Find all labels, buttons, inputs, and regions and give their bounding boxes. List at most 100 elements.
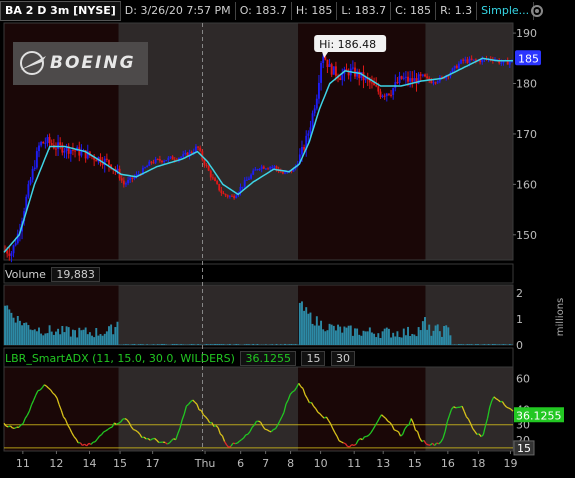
price-candle (105, 158, 108, 161)
volume-bar (483, 344, 486, 345)
price-candle (271, 166, 274, 168)
x-axis-tick: 12 (49, 457, 63, 470)
price-candle (12, 245, 15, 254)
hi-label: Hi: 186.48 (319, 38, 376, 51)
volume-bar (409, 335, 412, 345)
volume-bar (245, 344, 248, 345)
price-candle (78, 147, 81, 156)
volume-bar (165, 344, 168, 345)
volume-bar (228, 343, 231, 345)
volume-bar (10, 312, 13, 345)
volume-bar (419, 330, 422, 345)
price-candle (315, 98, 318, 109)
price-candle (184, 152, 187, 155)
volume-bar (337, 324, 339, 345)
volume-bar (25, 322, 28, 345)
volume-bar (226, 344, 229, 345)
volume-bar (347, 325, 350, 345)
volume-bar (462, 344, 465, 345)
volume-bar (29, 329, 32, 345)
volume-bar (199, 344, 202, 345)
volume-bar (211, 344, 214, 345)
volume-bar (50, 331, 53, 345)
volume-bar (445, 325, 448, 345)
price-candle (29, 179, 32, 185)
price-candle (211, 177, 214, 179)
volume-bar (377, 333, 380, 345)
volume-bar (275, 344, 278, 345)
price-candle (421, 74, 424, 76)
price-candle (205, 164, 208, 166)
volume-bar (235, 344, 238, 345)
price-axis-tick: 190 (516, 27, 537, 40)
price-candle (326, 59, 329, 67)
price-candle (46, 137, 49, 144)
price-candle (241, 186, 244, 188)
volume-bar (305, 307, 308, 345)
price-candle (74, 150, 77, 152)
volume-bar (504, 344, 507, 345)
volume-bar (292, 344, 295, 345)
price-candle (252, 170, 255, 175)
price-candle (320, 63, 323, 83)
volume-bar (294, 344, 297, 345)
volume-label: Volume (5, 268, 46, 281)
volume-bar (91, 335, 93, 345)
volume-bar (326, 330, 329, 345)
volume-bar (398, 337, 401, 345)
volume-bar (46, 333, 49, 345)
volume-bar (216, 344, 219, 345)
price-candle (171, 156, 174, 160)
volume-bar (103, 333, 106, 345)
volume-bar (127, 344, 130, 345)
adx-line-segment (235, 442, 238, 445)
volume-value: 19,883 (51, 267, 100, 282)
price-candle (379, 91, 382, 97)
volume-bar (264, 344, 267, 345)
price-candle (220, 190, 223, 194)
volume-bar (440, 336, 443, 345)
volume-bar (122, 344, 125, 345)
price-candle (131, 177, 134, 179)
price-candle (330, 64, 333, 75)
adx-line-segment (116, 422, 119, 425)
volume-bar (110, 324, 113, 345)
volume-bar (197, 344, 200, 345)
chart-canvas[interactable]: BOEINGHi: 186.48150160170180190185012mil… (0, 0, 575, 478)
price-axis-tick: 180 (516, 78, 537, 91)
volume-bar (38, 327, 40, 345)
volume-bar (171, 344, 174, 345)
volume-bar (362, 330, 365, 345)
volume-bar (385, 327, 388, 345)
volume-bar (86, 334, 89, 345)
volume-bar (317, 325, 320, 345)
price-candle (464, 59, 467, 61)
volume-bar (324, 331, 327, 345)
price-candle (267, 168, 269, 170)
price-candle (80, 151, 83, 156)
price-candle (434, 82, 437, 84)
price-candle (303, 147, 306, 150)
volume-unit-label: millions (555, 298, 566, 337)
volume-bar (163, 344, 166, 345)
volume-bar (387, 328, 390, 345)
price-candle (55, 148, 57, 150)
price-candle (432, 82, 435, 84)
price-candle (150, 161, 153, 163)
price-candle (214, 178, 216, 181)
price-candle (411, 78, 414, 82)
adx-line-segment (133, 428, 136, 431)
volume-bar (417, 327, 420, 345)
volume-bar (400, 337, 403, 345)
volume-bar (108, 326, 110, 345)
price-candle (466, 59, 469, 63)
volume-bar (93, 337, 96, 345)
price-candle (387, 93, 390, 95)
price-candle (235, 195, 238, 199)
price-candle (250, 174, 253, 179)
price-candle (233, 195, 236, 199)
adx-line-segment (122, 417, 126, 420)
volume-bar (366, 331, 369, 345)
volume-bar (4, 305, 7, 345)
price-candle (424, 74, 426, 77)
